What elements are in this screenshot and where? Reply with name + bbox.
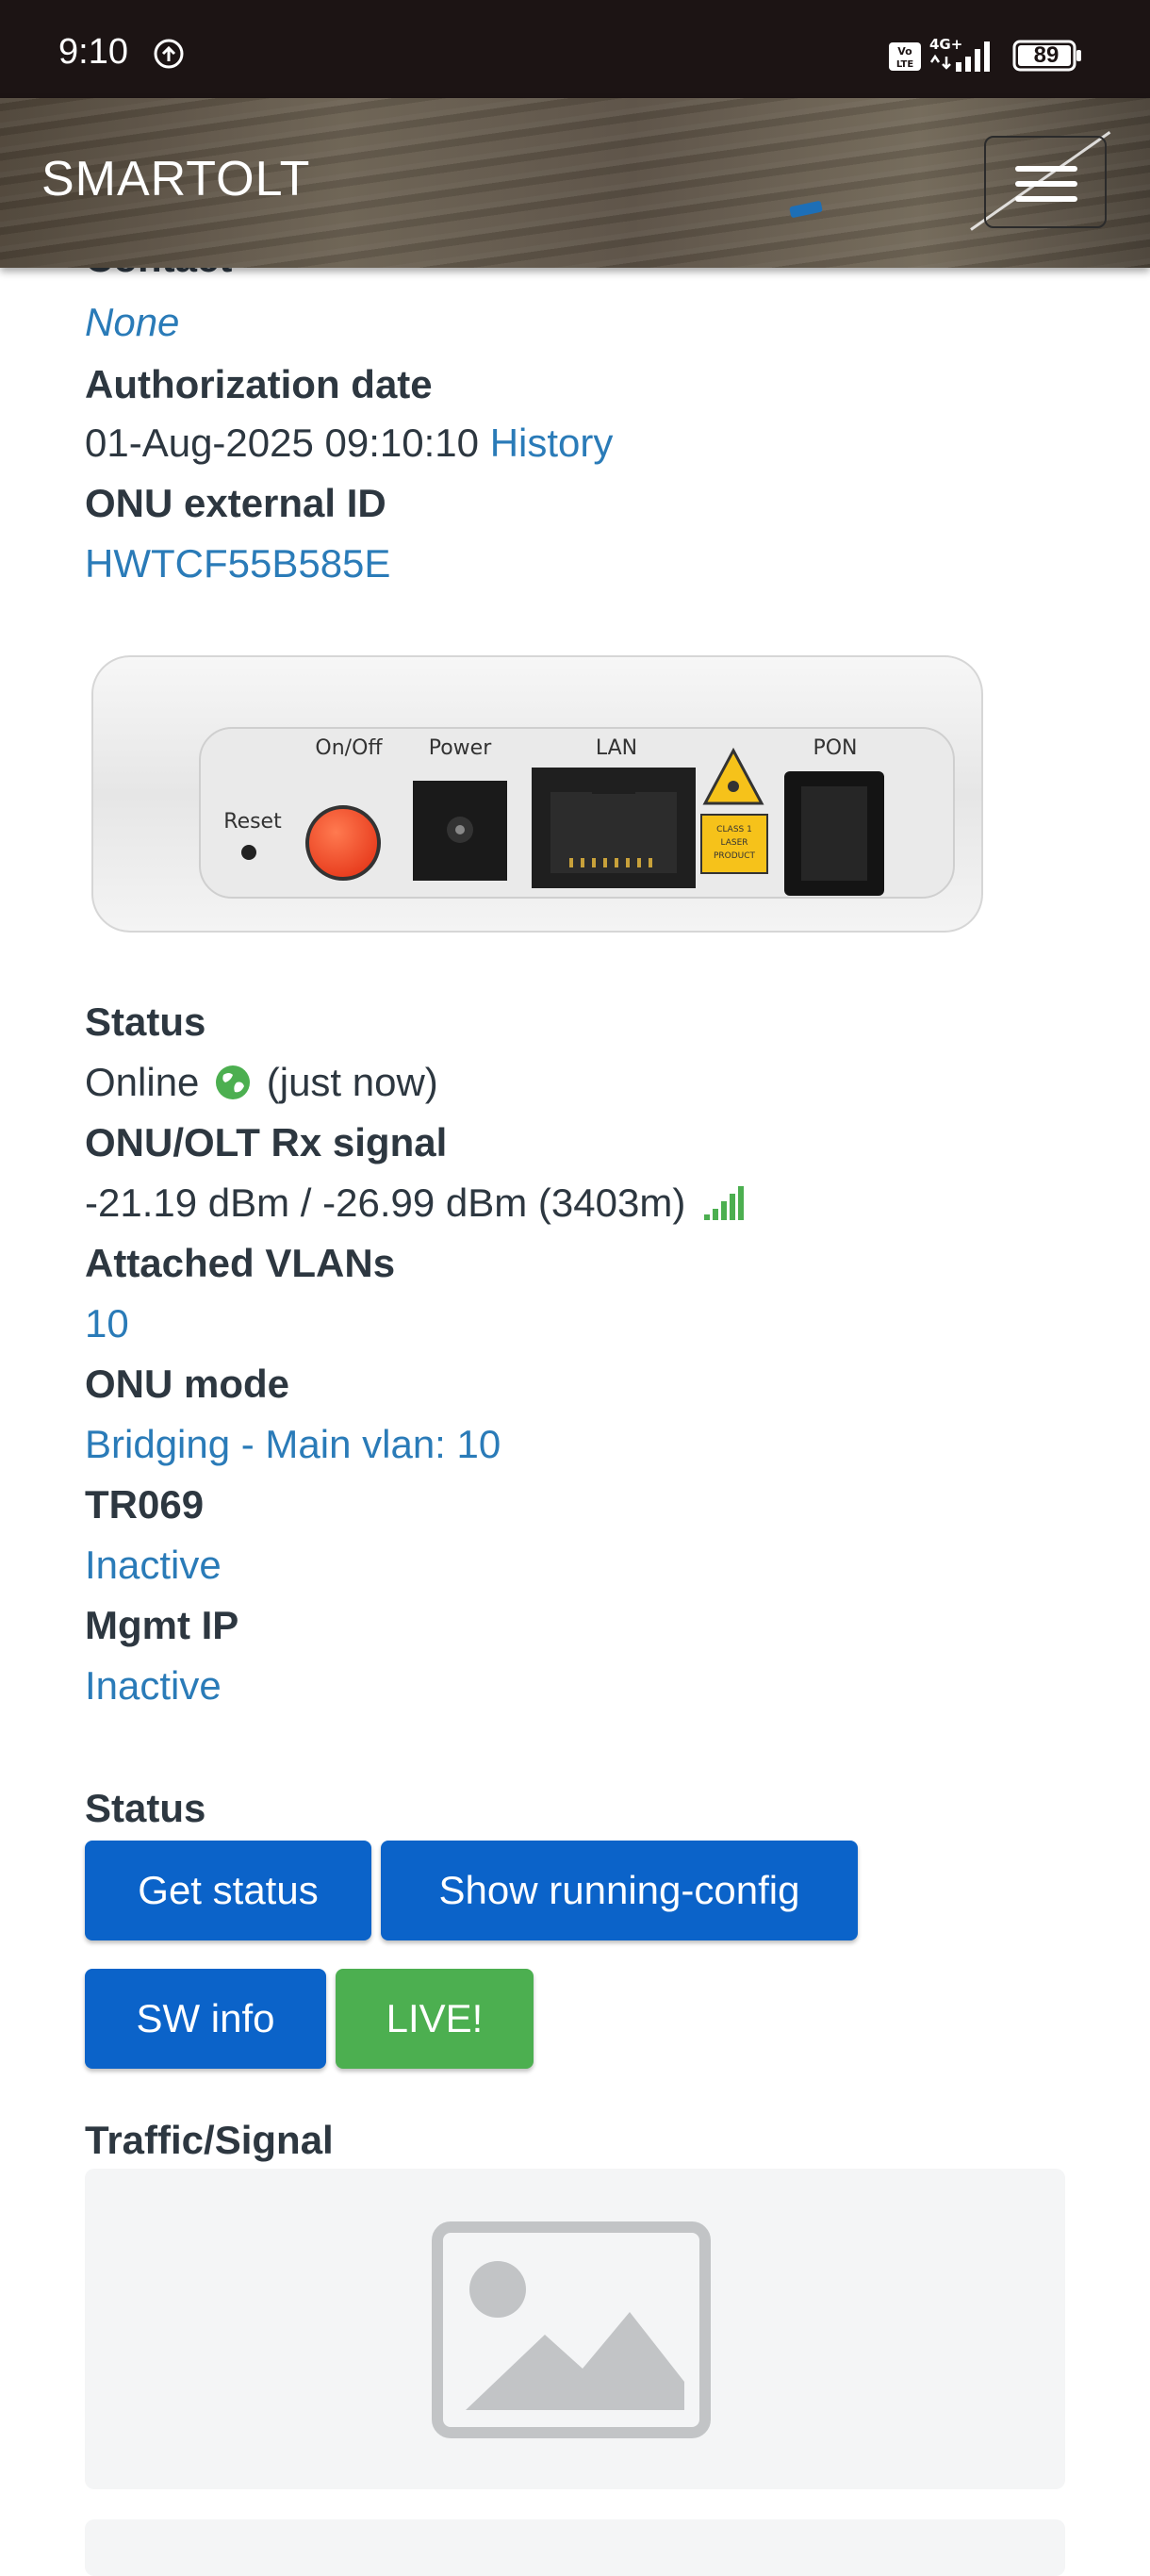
svg-text:4G+: 4G+ [929, 36, 962, 53]
svg-text:Vo: Vo [897, 45, 912, 58]
second-graph-box [85, 2519, 1065, 2576]
status-time: 9:10 [58, 32, 128, 72]
onu-external-id-label: ONU external ID [85, 481, 386, 525]
signal-strength-icon [703, 1186, 744, 1220]
image-placeholder-icon [432, 2221, 711, 2438]
rx-signal-label: ONU/OLT Rx signal [85, 1120, 448, 1164]
brand-logo[interactable]: SMARTOLT [41, 151, 310, 207]
top-navbar: SMARTOLT [0, 98, 1150, 268]
tr069-value[interactable]: Inactive [85, 1543, 222, 1588]
onu-external-id-value[interactable]: HWTCF55B585E [85, 541, 390, 586]
sw-info-button[interactable]: SW info [85, 1969, 326, 2069]
traffic-signal-graph[interactable] [85, 2169, 1065, 2489]
status-value: Online (just now) [85, 1060, 438, 1105]
authorization-date-label: Authorization date [85, 362, 433, 406]
power-port-label: Power [429, 736, 492, 760]
attached-vlans-label: Attached VLANs [85, 1241, 396, 1285]
rx-signal-text: -21.19 dBm / -26.99 dBm (3403m) [85, 1181, 686, 1225]
volte-icon: Vo LTE [889, 42, 921, 71]
status-online-text: Online [85, 1060, 200, 1104]
onu-mode-value[interactable]: Bridging - Main vlan: 10 [85, 1422, 501, 1467]
data-saver-icon [154, 39, 184, 69]
contact-value[interactable]: None [85, 300, 179, 345]
lan-port-label: LAN [596, 736, 637, 760]
attached-vlans-value[interactable]: 10 [85, 1301, 129, 1346]
svg-text:LASER: LASER [720, 838, 748, 848]
get-status-button[interactable]: Get status [85, 1841, 371, 1940]
show-running-config-button[interactable]: Show running-config [381, 1841, 858, 1940]
hamburger-menu-icon [1015, 166, 1077, 172]
authorization-date-text: 01-Aug-2025 09:10:10 [85, 421, 480, 465]
battery-level: 89 [1033, 42, 1060, 68]
status-bar: 9:10 Vo LTE 4G+ 89 [0, 0, 1150, 98]
svg-text:PRODUCT: PRODUCT [714, 851, 756, 861]
status-label: Status [85, 999, 206, 1044]
status-section-title: Status [85, 1786, 206, 1830]
cell-signal-icon: 4G+ [929, 36, 990, 72]
svg-text:LTE: LTE [896, 59, 914, 70]
rx-signal-value: -21.19 dBm / -26.99 dBm (3403m) [85, 1181, 746, 1226]
mgmt-ip-label: Mgmt IP [85, 1603, 239, 1647]
onu-mode-label: ONU mode [85, 1362, 290, 1406]
reset-port-label: Reset [223, 810, 282, 834]
tr069-label: TR069 [85, 1482, 205, 1527]
onoff-label: On/Off [315, 736, 383, 760]
history-link[interactable]: History [490, 421, 614, 465]
background-decoration [789, 200, 823, 219]
onu-device-image: Reset On/Off Power LAN CLASS 1 LASER PRO… [91, 655, 983, 933]
authorization-date-value: 01-Aug-2025 09:10:10 History [85, 421, 613, 466]
live-button[interactable]: LIVE! [336, 1969, 534, 2069]
pon-port-label: PON [813, 736, 857, 760]
svg-text:CLASS 1: CLASS 1 [716, 825, 752, 834]
mgmt-ip-value[interactable]: Inactive [85, 1663, 222, 1709]
globe-icon [216, 1065, 251, 1099]
hamburger-menu-button[interactable] [984, 136, 1107, 228]
traffic-signal-title: Traffic/Signal [85, 2118, 334, 2162]
status-time-text: (just now) [266, 1060, 438, 1104]
